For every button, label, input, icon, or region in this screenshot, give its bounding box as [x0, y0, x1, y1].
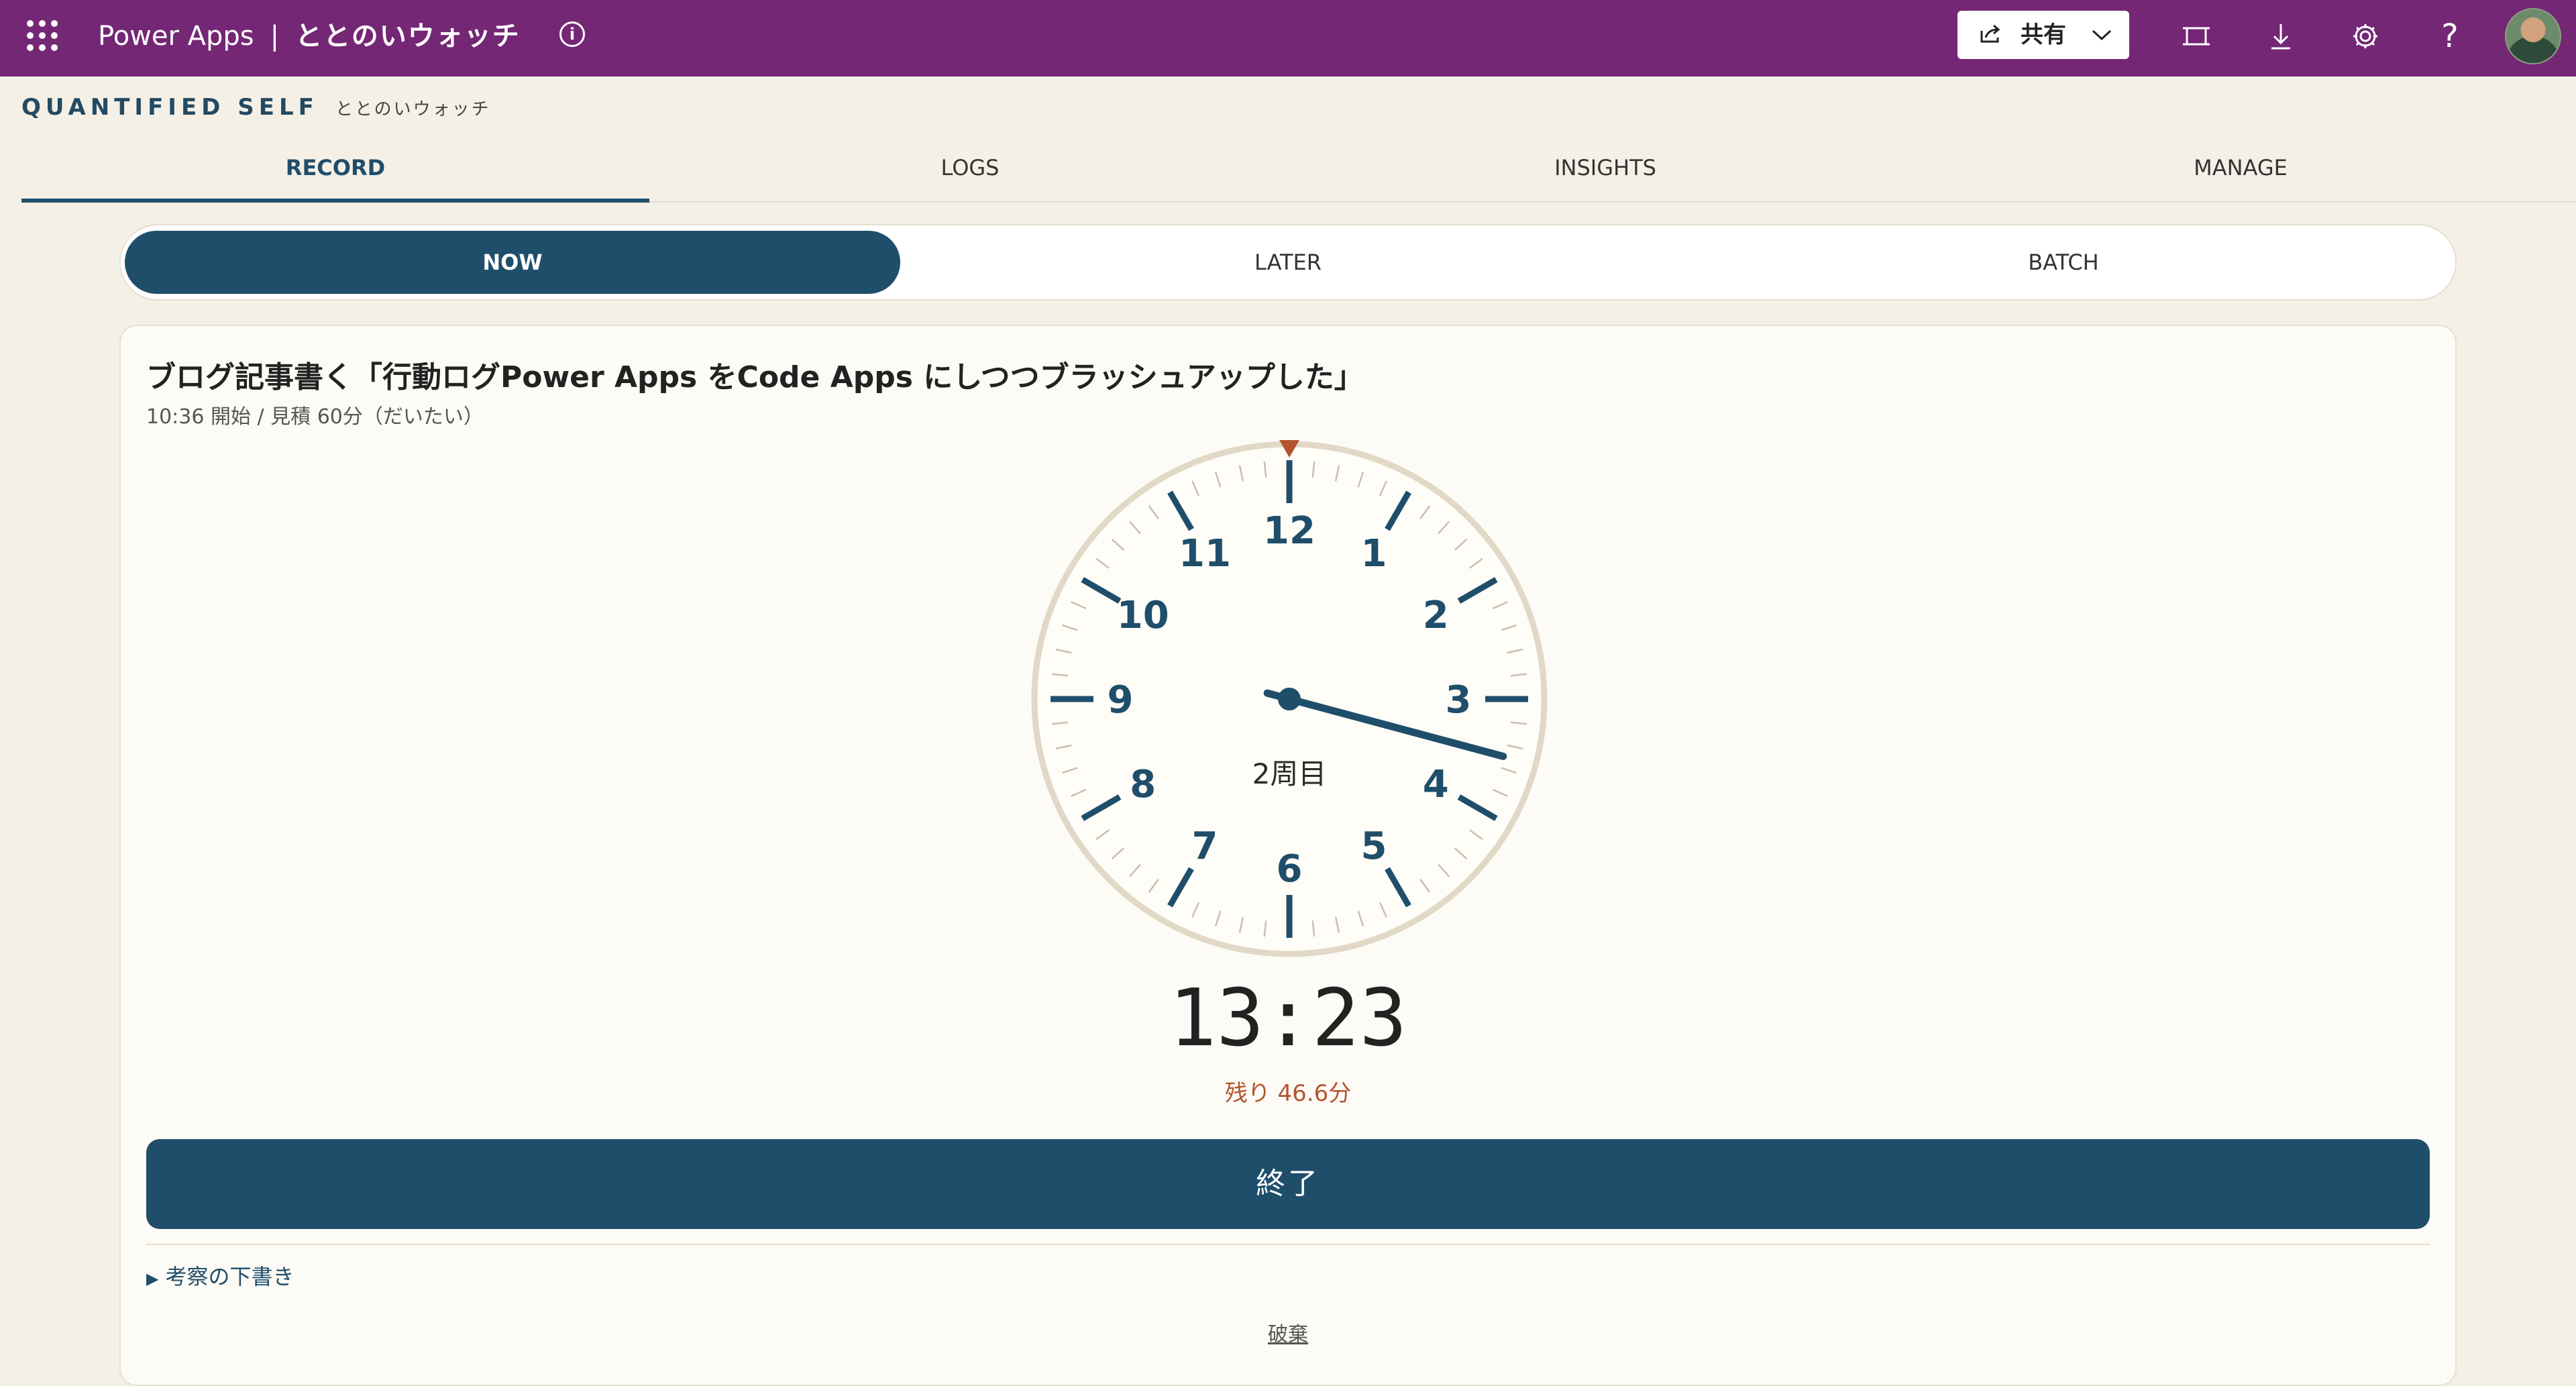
mode-segmented-control: NOW LATER BATCH [119, 224, 2457, 301]
clock-number: 10 [1117, 594, 1169, 637]
share-label: 共有 [2021, 21, 2066, 48]
settings-gear-icon[interactable] [2347, 17, 2384, 55]
app-header: QUANTIFIED SELF ととのいウォッチ [21, 94, 491, 121]
info-icon[interactable]: i [559, 21, 585, 47]
clock-number: 12 [1263, 509, 1316, 553]
mode-now-button[interactable]: NOW [125, 231, 900, 294]
clock-number: 9 [1108, 678, 1134, 722]
share-icon [1976, 11, 2003, 76]
clock-number: 6 [1277, 847, 1303, 891]
clock-number: 7 [1192, 824, 1218, 868]
brand-separator: | [270, 21, 280, 52]
divider [146, 1244, 2430, 1245]
drafts-toggle[interactable]: ▶ 考察の下書き [146, 1260, 294, 1291]
tab-insights[interactable]: INSIGHTS [1291, 141, 1919, 201]
clock-center [1278, 688, 1301, 710]
analog-timer-clock: 12 12 3 45 6 78 9 1011 2周目 [1031, 440, 1548, 957]
tab-record[interactable]: RECORD [21, 141, 649, 203]
clock-number: 8 [1130, 763, 1156, 806]
app-name: ととのいウォッチ [295, 21, 521, 52]
clock-number: 5 [1361, 824, 1387, 868]
tab-manage[interactable]: MANAGE [1927, 141, 2555, 201]
elapsed-time: 13:23 [1169, 971, 1407, 1064]
app-subtitle: ととのいウォッチ [335, 99, 491, 119]
app-launcher-icon[interactable] [27, 20, 58, 51]
download-icon[interactable] [2262, 17, 2300, 55]
clock-number: 3 [1446, 678, 1472, 722]
clock-number: 1 [1361, 532, 1387, 576]
product-name: Power Apps [98, 21, 254, 52]
active-task-card: ブログ記事書く「行動ログPower Apps をCode Apps にしつつブラ… [119, 325, 2457, 1386]
clock-number: 2 [1423, 594, 1449, 637]
avatar[interactable] [2505, 8, 2561, 64]
mode-later-button[interactable]: LATER [900, 231, 1676, 294]
brand: Power Apps | ととのいウォッチ [98, 17, 521, 55]
app-title: QUANTIFIED SELF [21, 94, 319, 121]
tab-logs[interactable]: LOGS [656, 141, 1284, 201]
clock-number: 4 [1423, 763, 1449, 806]
remaining-time: 残り 46.6分 [1224, 1080, 1352, 1107]
task-meta: 10:36 開始 / 見積 60分（だいたい） [146, 405, 484, 429]
app-top-bar: Power Apps | ととのいウォッチ i 共有 ? [0, 0, 2576, 76]
share-button[interactable]: 共有 [1957, 11, 2129, 59]
discard-link[interactable]: 破棄 [121, 1318, 2455, 1347]
chevron-down-icon [2090, 11, 2113, 76]
task-title: ブログ記事書く「行動ログPower Apps をCode Apps にしつつブラ… [146, 360, 1364, 394]
help-icon[interactable]: ? [2431, 17, 2469, 55]
main-tabs: RECORD LOGS INSIGHTS MANAGE [21, 141, 2576, 203]
triangle-right-icon: ▶ [146, 1269, 159, 1288]
clock-number: 11 [1179, 532, 1231, 576]
finish-button[interactable]: 終了 [146, 1139, 2430, 1229]
drafts-label: 考察の下書き [165, 1264, 294, 1289]
mode-batch-button[interactable]: BATCH [1676, 231, 2451, 294]
lap-label: 2周目 [1252, 757, 1327, 790]
fit-screen-icon[interactable] [2178, 17, 2215, 55]
